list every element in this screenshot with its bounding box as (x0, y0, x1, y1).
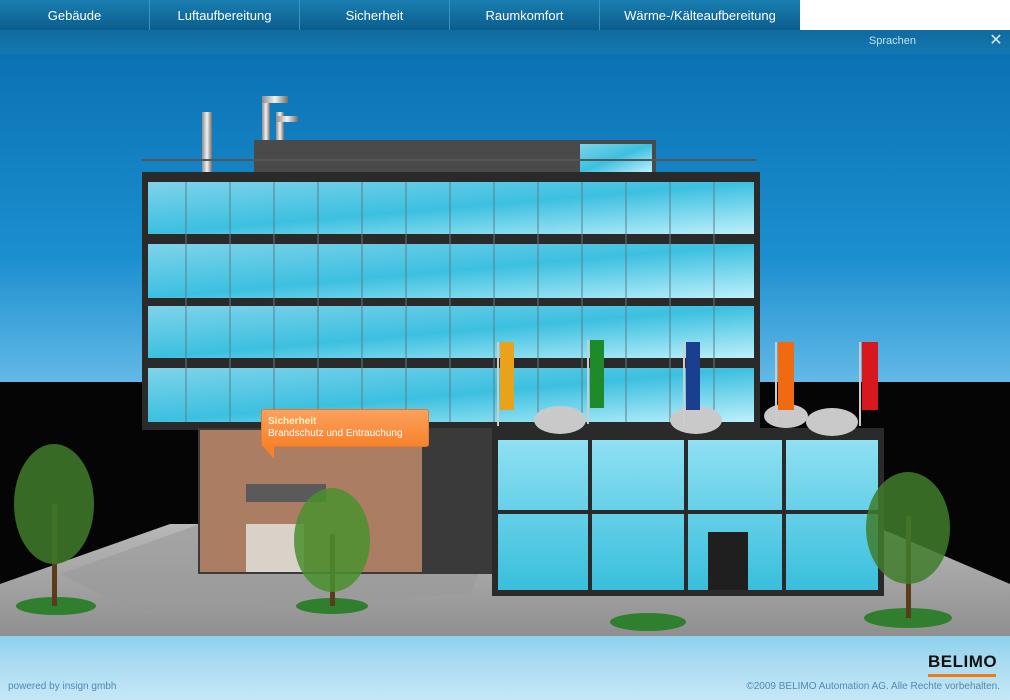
belimo-logo: BELIMO (928, 648, 998, 677)
tooltip-pointer (262, 445, 274, 459)
roof-pipe (276, 116, 298, 122)
copyright-text: ©2009 BELIMO Automation AG. Alle Rechte … (746, 681, 1000, 692)
tab-sicherheit[interactable]: Sicherheit (300, 0, 450, 30)
security-tooltip[interactable]: Sicherheit Brandschutz und Entrauchung (261, 409, 429, 459)
close-icon[interactable]: ✕ (988, 32, 1004, 50)
building-scene: Sicherheit Brandschutz und Entrauchung (0, 54, 1010, 636)
tooltip-title: Sicherheit (268, 416, 317, 427)
building-illustration (0, 96, 1010, 636)
tooltip-text: Brandschutz und Entrauchung (268, 428, 403, 439)
footer: BELIMO powered by insign gmbh ©2009 BELI… (0, 636, 1010, 700)
annex-door (708, 532, 748, 590)
sub-toolbar: Sprachen ✕ (0, 30, 1010, 54)
tab-luftaufbereitung[interactable]: Luftaufbereitung (150, 0, 300, 30)
powered-by-link[interactable]: powered by insign gmbh (8, 681, 116, 692)
language-button[interactable]: Sprachen (869, 35, 916, 47)
roof-pipe (202, 112, 212, 172)
tab-gebaeude[interactable]: Gebäude (0, 0, 150, 30)
tree (610, 613, 686, 631)
logo-bar (928, 674, 996, 677)
penthouse-window (580, 144, 652, 172)
logo-text: BELIMO (928, 652, 998, 671)
main-nav: Gebäude Luftaufbereitung Sicherheit Raum… (0, 0, 800, 30)
tab-waerme-kaelteaufbereitung[interactable]: Wärme-/Kälteaufbereitung (600, 0, 800, 30)
app-root: Gebäude Luftaufbereitung Sicherheit Raum… (0, 0, 1010, 700)
tab-raumkomfort[interactable]: Raumkomfort (450, 0, 600, 30)
roof-pipe (262, 96, 288, 103)
